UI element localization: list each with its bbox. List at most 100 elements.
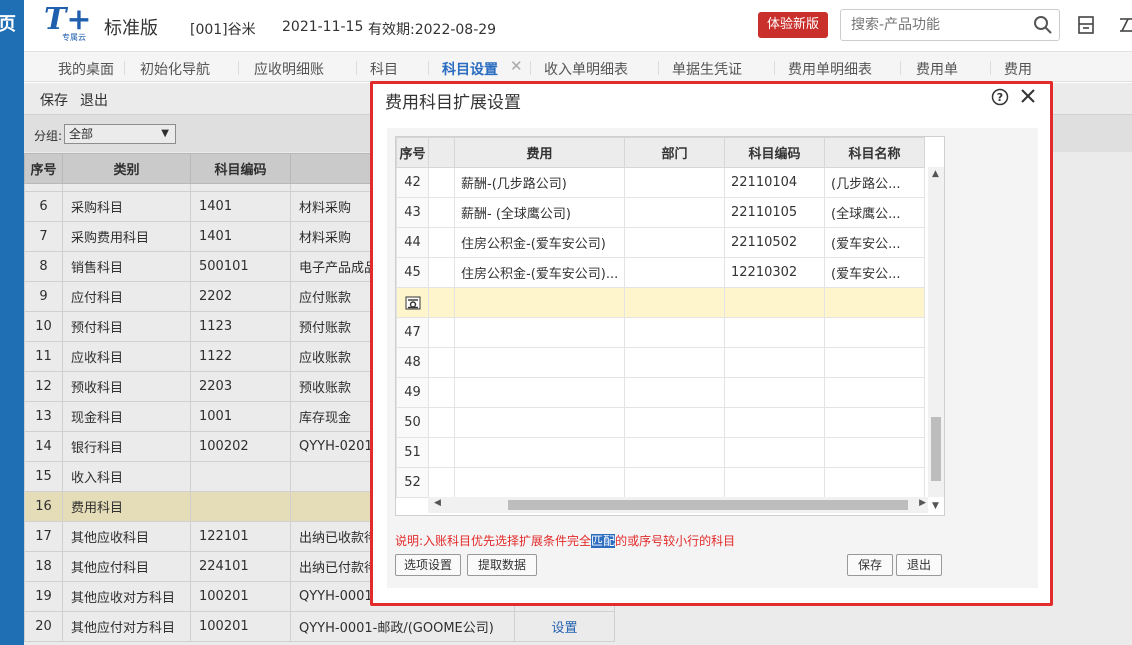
horizontal-scrollbar[interactable]: ◀ ▶: [428, 497, 928, 513]
grid-row-fee[interactable]: [454, 437, 625, 468]
scroll-left-icon[interactable]: ◀: [434, 498, 441, 508]
fetch-data-button[interactable]: 提取数据: [467, 554, 537, 576]
calculator-icon[interactable]: [1076, 15, 1096, 35]
grid-row[interactable]: 51: [396, 437, 925, 468]
grid-row-code[interactable]: [724, 437, 825, 468]
options-settings-button[interactable]: 选项设置: [395, 554, 461, 576]
grid-row-fee[interactable]: [454, 347, 625, 378]
grid-row-no: 51: [396, 437, 429, 468]
grid-row-fee[interactable]: 住房公积金-(爱车安公司)...: [454, 257, 625, 288]
grid-row-name[interactable]: (几步路公...: [824, 167, 925, 198]
grid-row-dept[interactable]: [624, 257, 725, 288]
dialog-title: 费用科目扩展设置: [385, 93, 521, 113]
grid-row-dept[interactable]: [624, 167, 725, 198]
close-icon[interactable]: [1019, 87, 1037, 105]
dialog-save-button[interactable]: 保存: [847, 554, 893, 576]
scroll-up-icon[interactable]: ▲: [932, 169, 939, 179]
grid-row-blank: [428, 287, 455, 318]
grid-row[interactable]: 48: [396, 347, 925, 378]
grid-row-dept[interactable]: [624, 347, 725, 378]
grid-row-name[interactable]: (爱车安公...: [824, 227, 925, 258]
search-input[interactable]: [841, 10, 1021, 40]
grid-row-name[interactable]: (爱车安公...: [824, 257, 925, 288]
grid-row-blank: [428, 467, 455, 498]
grid-row-dept[interactable]: [624, 317, 725, 348]
grid-row-fee[interactable]: [454, 287, 625, 318]
grid-row-dept[interactable]: [624, 437, 725, 468]
vertical-scrollbar[interactable]: ▲ ▼: [928, 167, 944, 511]
grid-row-name[interactable]: [824, 467, 925, 498]
left-nav-strip[interactable]: 页: [0, 0, 24, 645]
grid-row[interactable]: 52: [396, 467, 925, 498]
tab-init-nav[interactable]: 初始化导航: [140, 59, 210, 79]
scroll-right-icon[interactable]: ▶: [919, 498, 926, 508]
grid-row-code[interactable]: 22110105: [724, 197, 825, 228]
grid-row-dept[interactable]: [624, 227, 725, 258]
grid-row-code[interactable]: 22110502: [724, 227, 825, 258]
grid-row-dept[interactable]: [624, 287, 725, 318]
tab-account[interactable]: 科目: [370, 59, 398, 79]
grid-row-fee[interactable]: [454, 317, 625, 348]
grid-row-code[interactable]: [724, 317, 825, 348]
grid-row-dept[interactable]: [624, 407, 725, 438]
tab-expense[interactable]: 费用: [1004, 59, 1032, 79]
help-icon[interactable]: ?: [991, 88, 1009, 106]
grid-row-code[interactable]: 22110104: [724, 167, 825, 198]
grid-row[interactable]: [396, 287, 925, 318]
expense-grid: 序号 费用 部门 科目编码 科目名称 42 薪酬-(几步路公司) 22110104(…: [395, 136, 945, 516]
grid-row-code[interactable]: 12210302: [724, 257, 825, 288]
grid-row-name[interactable]: (全球鹰公...: [824, 197, 925, 228]
grid-row-fee[interactable]: [454, 407, 625, 438]
grid-row-code[interactable]: [724, 377, 825, 408]
grid-row[interactable]: 50: [396, 407, 925, 438]
dialog-exit-button[interactable]: 退出: [896, 554, 942, 576]
search-icon[interactable]: [1033, 15, 1053, 35]
scroll-down-icon[interactable]: ▼: [932, 501, 939, 511]
grid-header-no: 序号: [396, 137, 429, 168]
grid-row-dept[interactable]: [624, 467, 725, 498]
grid-row-code[interactable]: [724, 407, 825, 438]
grid-row-no: 47: [396, 317, 429, 348]
grid-row-name[interactable]: [824, 377, 925, 408]
grid-row[interactable]: 44 住房公积金-(爱车安公司) 22110502 (爱车安公...: [396, 227, 925, 258]
grid-row-name[interactable]: [824, 347, 925, 378]
grid-row[interactable]: 42 薪酬-(几步路公司) 22110104 (几步路公...: [396, 167, 925, 198]
grid-row[interactable]: 43 薪酬- (全球鹰公司) 22110105 (全球鹰公...: [396, 197, 925, 228]
grid-row-code[interactable]: [724, 287, 825, 318]
tab-expense-bill[interactable]: 费用单: [916, 59, 958, 79]
grid-row-fee[interactable]: [454, 467, 625, 498]
tab-desktop[interactable]: 我的桌面: [58, 59, 114, 79]
grid-row-dept[interactable]: [624, 197, 725, 228]
tab-income-detail[interactable]: 收入单明细表: [544, 59, 628, 79]
grid-row-code[interactable]: [724, 467, 825, 498]
grid-row-fee[interactable]: [454, 377, 625, 408]
horizontal-scroll-thumb[interactable]: [508, 500, 908, 510]
tab-voucher[interactable]: 单据生凭证: [672, 59, 742, 79]
grid-row-blank: [428, 377, 455, 408]
grid-header-blank: [428, 137, 455, 168]
more-icon[interactable]: [1118, 15, 1132, 35]
grid-row-fee[interactable]: 薪酬- (全球鹰公司): [454, 197, 625, 228]
grid-row-name[interactable]: [824, 317, 925, 348]
grid-row-fee[interactable]: 住房公积金-(爱车安公司): [454, 227, 625, 258]
logo: T+ 专属云: [42, 2, 102, 44]
grid-row[interactable]: 45 住房公积金-(爱车安公司)... 12210302 (爱车安公...: [396, 257, 925, 288]
grid-row[interactable]: 49: [396, 377, 925, 408]
grid-row-code[interactable]: [724, 347, 825, 378]
grid-row-name[interactable]: [824, 287, 925, 318]
grid-row-name[interactable]: [824, 407, 925, 438]
grid-row-dept[interactable]: [624, 377, 725, 408]
tab-receivable-ledger[interactable]: 应收明细账: [254, 59, 324, 79]
tab-expense-detail[interactable]: 费用单明细表: [788, 59, 872, 79]
grid-row-no: 44: [396, 227, 429, 258]
tab-account-settings[interactable]: 科目设置: [442, 59, 498, 79]
trial-new-version-button[interactable]: 体验新版: [758, 12, 828, 38]
app-header: T+ 专属云 标准版 [001]谷米 2021-11-15 有效期:2022-0…: [24, 0, 1132, 52]
grid-row[interactable]: 47: [396, 317, 925, 348]
search-box[interactable]: [840, 9, 1060, 41]
vertical-scroll-thumb[interactable]: [931, 417, 941, 481]
grid-row-fee[interactable]: 薪酬-(几步路公司): [454, 167, 625, 198]
grid-row-blank: [428, 407, 455, 438]
grid-row-name[interactable]: [824, 437, 925, 468]
tab-close-icon[interactable]: ✕: [510, 57, 523, 75]
